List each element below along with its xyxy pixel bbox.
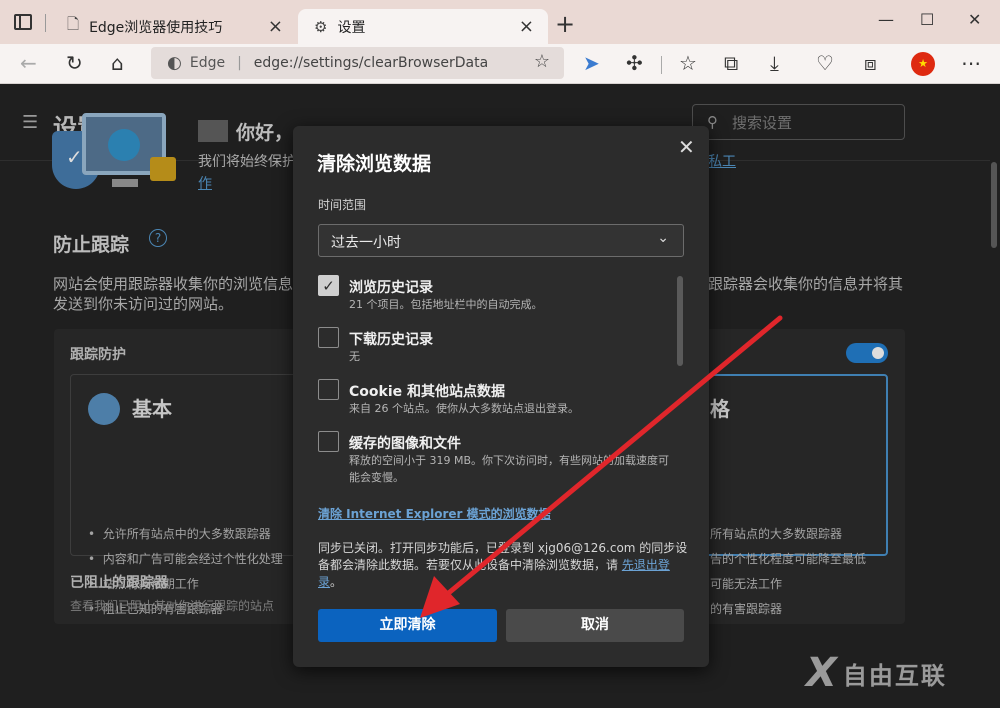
cookies-checkbox[interactable] bbox=[318, 379, 339, 400]
dialog-title: 清除浏览数据 bbox=[317, 153, 432, 175]
time-range-value: 过去一小时 bbox=[331, 235, 401, 251]
basic-item: • 允许所有站点中的大多数跟踪器 bbox=[88, 527, 271, 541]
option-label: 浏览历史记录 bbox=[349, 280, 433, 296]
edge-logo-icon: ◐ bbox=[167, 53, 182, 73]
tracking-toggle[interactable] bbox=[846, 343, 888, 363]
gear-icon: ⚙ bbox=[314, 17, 328, 36]
favorites-icon[interactable]: ☆ bbox=[679, 51, 697, 75]
clear-ie-data-link[interactable]: 清除 Internet Explorer 模式的浏览数据 bbox=[318, 505, 551, 522]
tab-separator bbox=[45, 14, 46, 32]
page-icon: 🗋 bbox=[67, 15, 80, 33]
extensions-icon[interactable]: ✣ bbox=[626, 51, 643, 75]
address-divider: | bbox=[237, 55, 242, 71]
close-tab-icon[interactable]: × bbox=[268, 16, 283, 37]
help-icon[interactable]: ? bbox=[149, 229, 167, 247]
collections-icon[interactable]: ⧉ bbox=[724, 51, 738, 75]
tracking-description-right: 跟踪器会收集你的信息并将其 bbox=[708, 275, 904, 293]
option-description: 21 个项目。包括地址栏中的自动完成。 bbox=[349, 298, 543, 311]
cancel-button[interactable]: 取消 bbox=[506, 609, 684, 642]
tracking-prevention-title: 防止跟踪 bbox=[53, 234, 130, 256]
privacy-link-continued[interactable]: 作 bbox=[198, 173, 212, 193]
search-placeholder: 搜索设置 bbox=[732, 113, 793, 132]
page-scrollbar[interactable] bbox=[991, 162, 997, 248]
home-icon[interactable]: ⌂ bbox=[111, 51, 124, 75]
time-range-label: 时间范围 bbox=[318, 198, 367, 212]
clear-now-button[interactable]: 立即清除 bbox=[318, 609, 497, 642]
extension-bird-icon[interactable]: ➤ bbox=[583, 51, 600, 75]
option-description: 释放的空间小于 319 MB。你下次访问时，有些网站的加载速度可能会变慢。 bbox=[349, 454, 670, 484]
blocked-trackers-title[interactable]: 已阻止的跟踪器 bbox=[70, 572, 168, 592]
time-range-select[interactable]: 过去一小时 ⌄ bbox=[318, 224, 684, 257]
address-bar[interactable]: ◐ Edge | edge://settings/clearBrowserDat… bbox=[151, 47, 564, 79]
option-label: 下载历史记录 bbox=[349, 332, 433, 348]
close-icon[interactable]: ✕ bbox=[678, 135, 695, 159]
split-screen-icon[interactable]: ⧈ bbox=[864, 51, 877, 75]
close-window-button[interactable]: ✕ bbox=[968, 10, 981, 29]
strict-item: 的有害跟踪器 bbox=[710, 602, 783, 616]
search-settings-input[interactable]: ⚲ 搜索设置 bbox=[692, 104, 905, 140]
blocked-trackers-subtitle: 查看我们已阻止其对你进行跟踪的站点 bbox=[70, 599, 275, 613]
basic-option-icon bbox=[88, 393, 120, 425]
browsing-history-checkbox[interactable]: ✓ bbox=[318, 275, 339, 296]
cached-files-checkbox[interactable] bbox=[318, 431, 339, 452]
profile-flag-icon[interactable]: ★ bbox=[911, 52, 935, 76]
sync-note: 同步已关闭。打开同步功能后，已登录到 xjg06@126.com 的同步设备都会… bbox=[318, 541, 688, 589]
option-description: 无 bbox=[349, 350, 360, 363]
browser-essentials-icon[interactable]: ♡ bbox=[816, 51, 834, 75]
menu-icon[interactable]: ☰ bbox=[22, 112, 38, 133]
watermark-logo: X 自由互联 bbox=[806, 650, 947, 696]
minimize-button[interactable]: — bbox=[878, 10, 894, 29]
tab-actions-icon[interactable] bbox=[14, 14, 32, 30]
close-tab-icon[interactable]: × bbox=[519, 16, 534, 37]
chevron-down-icon: ⌄ bbox=[657, 230, 669, 246]
option-label: Cookie 和其他站点数据 bbox=[349, 384, 505, 400]
strict-title: 格 bbox=[710, 397, 730, 421]
privacy-illustration bbox=[52, 113, 180, 205]
tab-edge-tips[interactable]: 🗋 Edge浏览器使用技巧 × bbox=[51, 9, 297, 44]
lock-icon bbox=[150, 157, 176, 181]
blurred-username bbox=[198, 120, 228, 142]
download-history-checkbox[interactable] bbox=[318, 327, 339, 348]
tab-label: Edge浏览器使用技巧 bbox=[89, 19, 223, 36]
option-description: 来自 26 个站点。使你从大多数站点退出登录。 bbox=[349, 402, 579, 415]
address-site: Edge bbox=[189, 55, 226, 71]
privacy-link[interactable]: 私工 bbox=[708, 151, 736, 171]
tab-label: 设置 bbox=[337, 19, 366, 36]
more-icon[interactable]: ⋯ bbox=[961, 51, 981, 75]
basic-item: • 内容和广告可能会经过个性化处理 bbox=[88, 552, 283, 566]
search-icon: ⚲ bbox=[707, 113, 718, 131]
strict-item: 所有站点的大多数跟踪器 bbox=[710, 527, 843, 541]
toolbar-separator bbox=[661, 56, 662, 74]
title-bar: 🗋 Edge浏览器使用技巧 × ⚙ 设置 × + — ☐ ✕ bbox=[0, 0, 1000, 44]
new-tab-button[interactable]: + bbox=[555, 10, 575, 38]
strict-item: 告的个性化程度可能降至最低 bbox=[710, 552, 867, 566]
downloads-icon[interactable]: ⤓ bbox=[770, 51, 779, 75]
add-favorite-icon[interactable]: ☆ bbox=[534, 51, 550, 72]
option-label: 缓存的图像和文件 bbox=[349, 436, 461, 452]
toolbar: ← ↻ ⌂ ◐ Edge | edge://settings/clearBrow… bbox=[0, 44, 1000, 84]
address-url: edge://settings/clearBrowserData bbox=[253, 55, 489, 71]
strict-item: 可能无法工作 bbox=[710, 577, 783, 591]
tracking-description-line2: 发送到你未访问过的网站。 bbox=[53, 295, 234, 313]
refresh-icon[interactable]: ↻ bbox=[66, 51, 83, 75]
greeting: 你好， bbox=[236, 122, 294, 144]
back-icon[interactable]: ← bbox=[20, 51, 37, 75]
panel-title: 跟踪防护 bbox=[70, 347, 126, 363]
maximize-button[interactable]: ☐ bbox=[920, 10, 934, 29]
greeting-subtitle: 我们将始终保护 bbox=[198, 154, 296, 170]
basic-title: 基本 bbox=[132, 397, 172, 421]
tracking-description: 网站会使用跟踪器收集你的浏览信息。 bbox=[53, 275, 309, 293]
tab-settings[interactable]: ⚙ 设置 × bbox=[298, 9, 548, 44]
